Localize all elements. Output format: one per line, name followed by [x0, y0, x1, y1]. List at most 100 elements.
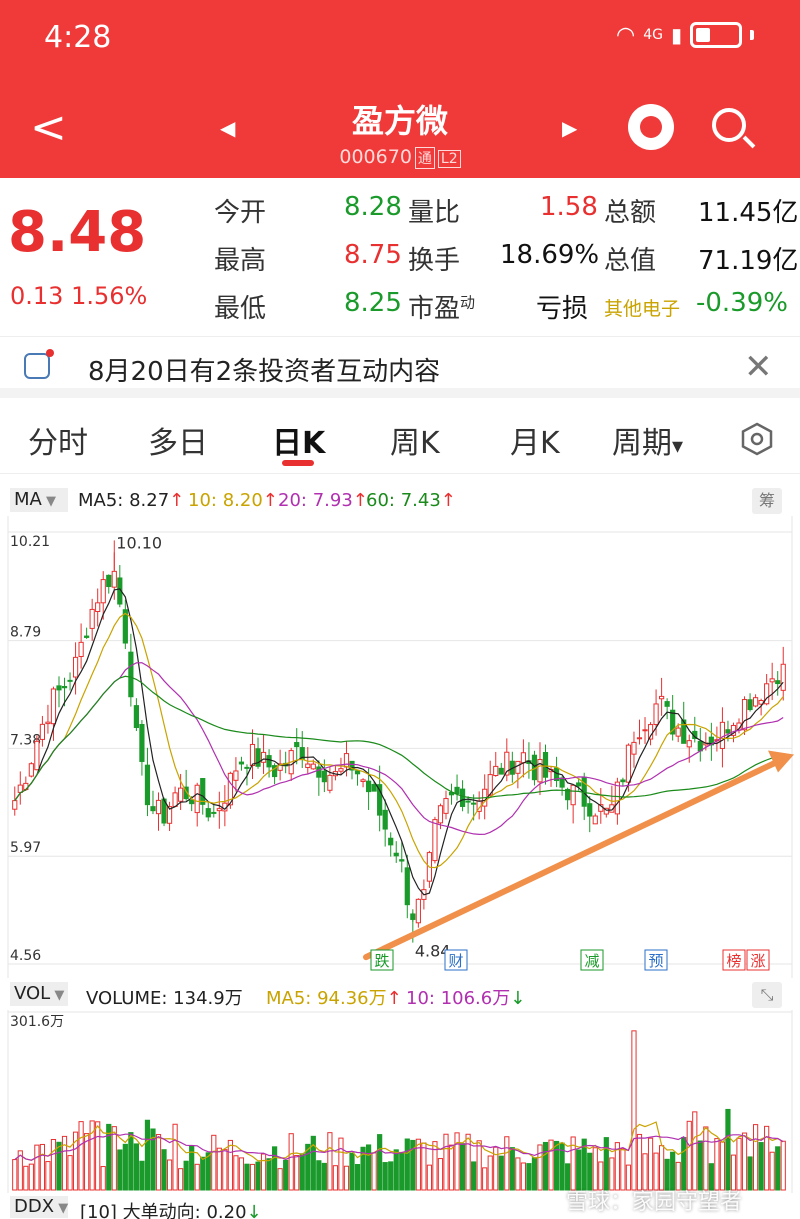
value-market-cap: 71.19亿 [698, 246, 799, 276]
k-candle-body [150, 806, 156, 812]
k-candle-body [520, 752, 526, 764]
search-icon[interactable] [712, 108, 746, 142]
k-candle-body [172, 792, 178, 807]
volume-bar [50, 1138, 57, 1191]
event-marker-label: 预 [648, 952, 663, 970]
volume-bar [371, 1152, 377, 1191]
ma60-legend: 60: 7.43↑ [366, 490, 456, 511]
volume-bar [426, 1164, 433, 1191]
tab-period-label: 周期 [612, 426, 672, 461]
sector-name[interactable]: 其他电子 [604, 294, 680, 321]
k-candle-body [56, 685, 62, 691]
k-candle-body [592, 815, 598, 825]
label-pe: 市盈动 [408, 288, 475, 325]
volume-bar [526, 1163, 532, 1191]
volume-bar [459, 1143, 466, 1191]
l2-badge: L2 [437, 150, 461, 168]
k-candle-body [155, 799, 162, 815]
volume-bar [67, 1155, 73, 1191]
volume-bar [133, 1143, 139, 1191]
volume-bar [95, 1121, 101, 1191]
volume-bar [316, 1160, 322, 1191]
volume-bar [504, 1136, 510, 1191]
k-candle-body [17, 784, 23, 793]
volume-bar [283, 1159, 289, 1191]
k-candle-body [393, 852, 399, 857]
ma60-legend-text: 60: 7.43 [366, 490, 441, 511]
volume-bar [266, 1158, 272, 1191]
volume-bar [78, 1121, 84, 1191]
tab-daily-k[interactable]: 日K [272, 418, 325, 462]
tab-period[interactable]: 周期▾ [612, 418, 683, 462]
bell-icon [24, 353, 50, 379]
header: 4:28 ◠ 4G ▮ < ◀ 盈方微 000670 通 L2 ▶ [0, 0, 800, 178]
k-candle-body [559, 777, 565, 788]
volume-bar [603, 1137, 609, 1191]
volume-bar [719, 1141, 726, 1191]
label-volume-ratio: 量比 [408, 198, 461, 228]
volume-chart[interactable]: 301.6万 [0, 1010, 800, 1193]
vol-selector-label: VOL [14, 983, 51, 1004]
battery-tip [750, 30, 754, 40]
volume-bar [448, 1144, 455, 1191]
vol-selector[interactable]: VOL ▼ [10, 982, 68, 1006]
k-ma-lines [14, 588, 784, 896]
volume-bar [332, 1165, 339, 1191]
tab-intraday[interactable]: 分时 [28, 418, 88, 462]
volume-bar [216, 1147, 222, 1191]
volume-bar [764, 1125, 770, 1191]
change-value: 0.13 [10, 282, 64, 310]
k-candle-body [471, 802, 477, 805]
notice-bar[interactable]: 8月20日有2条投资者互动内容 ✕ [0, 336, 800, 398]
volume-bar [23, 1165, 29, 1191]
tab-multiday[interactable]: 多日 [148, 418, 208, 462]
expand-icon[interactable]: ⤡ [752, 982, 782, 1008]
volume-bar [299, 1153, 305, 1191]
tab-monthly-k[interactable]: 月K [510, 418, 560, 462]
next-stock-button[interactable]: ▶ [562, 116, 577, 140]
k-candle-body [636, 737, 643, 740]
event-marker-label: 财 [448, 952, 463, 970]
volume-bar [454, 1132, 460, 1191]
status-icons: ◠ 4G ▮ [616, 22, 754, 48]
chip-distribution-button[interactable]: 筹 [752, 488, 782, 514]
volume-bar [166, 1159, 173, 1191]
volume-bar [205, 1152, 211, 1191]
k-candle-body [61, 685, 68, 689]
k-y-tick-label: 5.97 [10, 840, 41, 856]
change-pct: 1.56% [71, 282, 148, 310]
close-icon[interactable]: ✕ [744, 347, 773, 387]
volume-bar [736, 1137, 742, 1191]
candlestick-chart[interactable]: 10.218.797.385.974.56 10.104.84跌财减预榜涨 [0, 516, 800, 978]
tab-weekly-k[interactable]: 周K [390, 418, 440, 462]
k-candle-body [371, 783, 377, 792]
vol-indicator-bar: VOL ▼ VOLUME: 134.9万 MA5: 94.36万↑ 10: 10… [0, 978, 800, 1010]
ma-indicator-bar: MA ▼ MA5: 8.27↑ 10: 8.20↑ 20: 7.93↑ 60: … [0, 484, 800, 516]
volume-bar [647, 1137, 654, 1191]
ddx-selector[interactable]: DDX ▼ [10, 1196, 68, 1218]
notice-text[interactable]: 8月20日有2条投资者互动内容 [88, 351, 440, 388]
k-candle-body [216, 808, 222, 812]
volume-bar [161, 1149, 167, 1191]
k-candle-body [84, 635, 90, 638]
k-candle-body [205, 808, 211, 818]
volume-bar [498, 1155, 504, 1191]
volume-bar [393, 1149, 399, 1191]
k-candle-body [338, 768, 344, 772]
settings-hexagon-icon[interactable] [740, 422, 774, 456]
mascot-icon[interactable] [628, 104, 674, 150]
volume-bar [542, 1141, 549, 1191]
volume-bar [681, 1137, 687, 1191]
k-candle-body [725, 729, 731, 734]
k-ma-line [14, 612, 784, 869]
k-candle-body [34, 740, 40, 771]
k-candle-body [570, 784, 576, 806]
volume-bar [515, 1157, 521, 1191]
k-candle-body [139, 723, 145, 762]
k-candle-body [233, 770, 239, 781]
volume-bar [388, 1161, 394, 1191]
k-candle-body [642, 729, 648, 732]
ma-selector[interactable]: MA ▼ [10, 488, 68, 512]
volume-bar [178, 1168, 184, 1191]
vol-ma10-legend-text: 10: 106.6万 [406, 988, 511, 1009]
